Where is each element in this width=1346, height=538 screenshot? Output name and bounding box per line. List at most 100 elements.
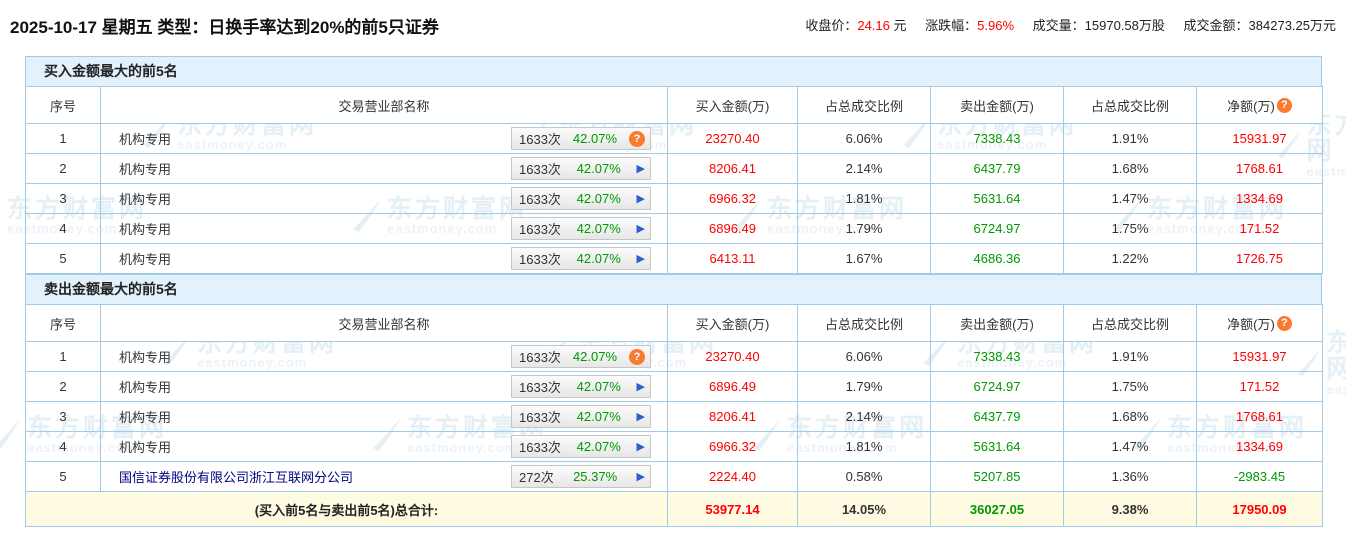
buy-ratio: 6.06% [798, 124, 931, 154]
buy-amount: 23270.40 [668, 342, 798, 372]
table-row: 5 国信证券股份有限公司浙江互联网分公司 272次 25.37% ▶ 2224.… [26, 462, 1323, 492]
section-title: 卖出金额最大的前5名 [25, 274, 1322, 304]
sell-amount: 4686.36 [931, 244, 1064, 274]
trade-count-badge[interactable]: 1633次 42.07% ▶ [511, 405, 651, 428]
total-row: (买入前5名与卖出前5名)总合计: 53977.14 14.05% 36027.… [26, 492, 1323, 527]
sell-amount: 5631.64 [931, 184, 1064, 214]
row-index: 4 [26, 214, 101, 244]
col-buy-ratio: 占总成交比例 [798, 87, 931, 124]
trade-count: 1633次 [519, 437, 561, 456]
change-pct-stat: 涨跌幅：5.96% [925, 18, 1014, 33]
buy-amount: 6896.49 [668, 372, 798, 402]
col-sell-amount: 卖出金额(万) [931, 305, 1064, 342]
buy-ratio: 2.14% [798, 402, 931, 432]
net-amount: 15931.97 [1197, 342, 1323, 372]
expand-arrow-icon[interactable]: ▶ [637, 380, 645, 393]
buy-ratio: 0.58% [798, 462, 931, 492]
sell-amount: 5631.64 [931, 432, 1064, 462]
section-sell: 卖出金额最大的前5名 序号 交易营业部名称 买入金额(万) 占总成交比例 卖出金… [0, 274, 1346, 527]
help-icon[interactable]: ? [629, 349, 645, 365]
buy-table: 序号 交易营业部名称 买入金额(万) 占总成交比例 卖出金额(万) 占总成交比例… [25, 86, 1323, 274]
buy-ratio: 1.81% [798, 432, 931, 462]
sell-amount: 6724.97 [931, 214, 1064, 244]
trade-count-badge[interactable]: 1633次 42.07% ? [511, 345, 651, 368]
buy-amount: 23270.40 [668, 124, 798, 154]
col-sell-ratio: 占总成交比例 [1064, 87, 1197, 124]
row-index: 4 [26, 432, 101, 462]
row-index: 1 [26, 342, 101, 372]
sell-table: 序号 交易营业部名称 买入金额(万) 占总成交比例 卖出金额(万) 占总成交比例… [25, 304, 1323, 527]
volume-stat: 成交量：15970.58万股 [1033, 18, 1165, 33]
sell-ratio: 1.75% [1064, 214, 1197, 244]
dept-name[interactable]: 国信证券股份有限公司浙江互联网分公司 [119, 467, 353, 486]
sell-table-body: 1 机构专用 1633次 42.07% ? 23270.40 6.06% 733… [26, 342, 1323, 492]
sell-ratio: 1.47% [1064, 432, 1197, 462]
page-header: 2025-10-17 星期五 类型：日换手率达到20%的前5只证券 收盘价：24… [0, 0, 1346, 56]
table-row: 3 机构专用 1633次 42.07% ▶ 8206.41 2.14% 6437… [26, 402, 1323, 432]
help-icon[interactable]: ? [629, 131, 645, 147]
expand-arrow-icon[interactable]: ▶ [637, 162, 645, 175]
col-buy-amount: 买入金额(万) [668, 305, 798, 342]
col-net-amount: 净额(万)? [1197, 305, 1323, 342]
net-help-icon[interactable]: ? [1277, 98, 1292, 113]
expand-arrow-icon[interactable]: ▶ [637, 222, 645, 235]
buy-amount: 6966.32 [668, 432, 798, 462]
expand-arrow-icon[interactable]: ▶ [637, 192, 645, 205]
dept-name: 机构专用 [119, 249, 171, 268]
total-buy-amount: 53977.14 [668, 492, 798, 527]
expand-arrow-icon[interactable]: ▶ [637, 470, 645, 483]
net-amount: 1334.69 [1197, 432, 1323, 462]
total-buy-ratio: 14.05% [798, 492, 931, 527]
expand-arrow-icon[interactable]: ▶ [637, 410, 645, 423]
expand-arrow-icon[interactable]: ▶ [637, 440, 645, 453]
trade-count-badge[interactable]: 1633次 42.07% ▶ [511, 217, 651, 240]
sell-ratio: 1.91% [1064, 342, 1197, 372]
table-header-row: 序号 交易营业部名称 买入金额(万) 占总成交比例 卖出金额(万) 占总成交比例… [26, 305, 1323, 342]
trade-pct: 42.07% [573, 131, 617, 146]
row-index: 2 [26, 372, 101, 402]
net-amount: 1726.75 [1197, 244, 1323, 274]
col-sell-amount: 卖出金额(万) [931, 87, 1064, 124]
net-help-icon[interactable]: ? [1277, 316, 1292, 331]
net-amount: 171.52 [1197, 372, 1323, 402]
col-dept-name: 交易营业部名称 [101, 87, 668, 124]
trade-pct: 42.07% [577, 379, 621, 394]
col-sell-ratio: 占总成交比例 [1064, 305, 1197, 342]
row-index: 1 [26, 124, 101, 154]
buy-amount: 8206.41 [668, 402, 798, 432]
trade-count-badge[interactable]: 1633次 42.07% ▶ [511, 157, 651, 180]
col-buy-ratio: 占总成交比例 [798, 305, 931, 342]
summary-stats: 收盘价：24.16 元 涨跌幅：5.96% 成交量：15970.58万股 成交金… [790, 13, 1336, 34]
sell-amount: 5207.85 [931, 462, 1064, 492]
trade-count-badge[interactable]: 272次 25.37% ▶ [511, 465, 651, 488]
col-net-amount: 净额(万)? [1197, 87, 1323, 124]
buy-amount: 2224.40 [668, 462, 798, 492]
buy-amount: 6896.49 [668, 214, 798, 244]
expand-arrow-icon[interactable]: ▶ [637, 252, 645, 265]
trade-count-badge[interactable]: 1633次 42.07% ? [511, 127, 651, 150]
sell-amount: 6437.79 [931, 402, 1064, 432]
buy-amount: 6413.11 [668, 244, 798, 274]
trade-count-badge[interactable]: 1633次 42.07% ▶ [511, 375, 651, 398]
dept-name: 机构专用 [119, 437, 171, 456]
net-amount: -2983.45 [1197, 462, 1323, 492]
table-header-row: 序号 交易营业部名称 买入金额(万) 占总成交比例 卖出金额(万) 占总成交比例… [26, 87, 1323, 124]
buy-ratio: 2.14% [798, 154, 931, 184]
table-row: 1 机构专用 1633次 42.07% ? 23270.40 6.06% 733… [26, 124, 1323, 154]
buy-table-body: 1 机构专用 1633次 42.07% ? 23270.40 6.06% 733… [26, 124, 1323, 274]
net-amount: 1768.61 [1197, 154, 1323, 184]
trade-count-badge[interactable]: 1633次 42.07% ▶ [511, 435, 651, 458]
row-index: 3 [26, 184, 101, 214]
total-sell-ratio: 9.38% [1064, 492, 1197, 527]
trade-pct: 25.37% [573, 469, 617, 484]
trade-count-badge[interactable]: 1633次 42.07% ▶ [511, 247, 651, 270]
net-amount: 1768.61 [1197, 402, 1323, 432]
row-index: 3 [26, 402, 101, 432]
net-amount: 171.52 [1197, 214, 1323, 244]
col-index: 序号 [26, 305, 101, 342]
trade-count-badge[interactable]: 1633次 42.07% ▶ [511, 187, 651, 210]
sell-ratio: 1.47% [1064, 184, 1197, 214]
sell-amount: 7338.43 [931, 342, 1064, 372]
trade-count: 1633次 [519, 407, 561, 426]
trade-pct: 42.07% [577, 221, 621, 236]
